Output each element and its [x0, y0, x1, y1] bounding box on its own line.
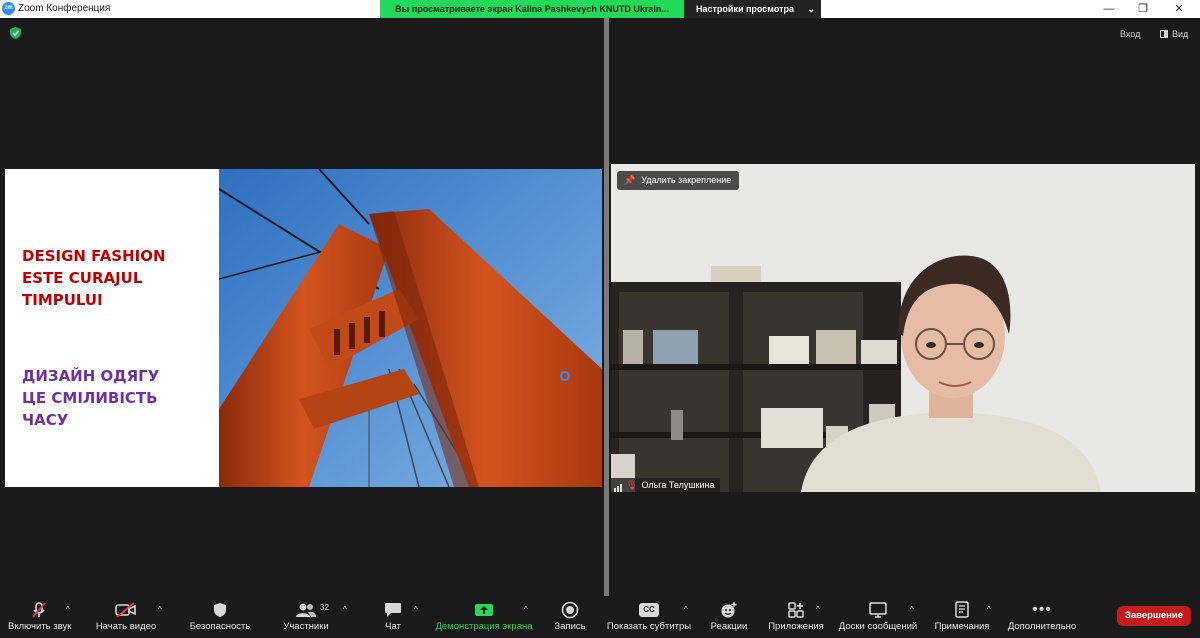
start-video-button[interactable]: Начать видео — [94, 599, 158, 633]
chat-options-chevron-icon[interactable]: ^ — [414, 605, 418, 614]
participants-options-chevron-icon[interactable]: ^ — [343, 605, 347, 614]
view-settings-label: Настройки просмотра — [696, 4, 795, 14]
title-bar: zm Zoom Конференция Вы просматриваете эк… — [0, 0, 1200, 18]
unpin-button[interactable]: 📌 Удалить закрепление — [617, 171, 740, 190]
end-meeting-button[interactable]: Завершение — [1117, 606, 1191, 626]
participants-label: Участники — [283, 621, 329, 632]
video-options-chevron-icon[interactable]: ^ — [158, 605, 162, 614]
view-settings-button[interactable]: Настройки просмотра ⌄ — [684, 0, 821, 18]
exit-fullscreen-button[interactable]: Вход — [1120, 26, 1140, 42]
apps-label: Приложения — [768, 621, 824, 632]
cc-glyph: CC — [639, 602, 659, 617]
whiteboards-options-chevron-icon[interactable]: ^ — [910, 605, 914, 614]
unmute-button[interactable]: Включить звук — [8, 599, 72, 633]
more-dots-icon: ••• — [1032, 601, 1052, 618]
captions-icon: CC — [606, 599, 692, 621]
mic-muted-icon — [8, 599, 70, 621]
audio-options-chevron-icon[interactable]: ^ — [66, 605, 70, 614]
whiteboards-label: Доски сообщений — [838, 621, 918, 632]
share-screen-label: Демонстрация экрана — [435, 621, 533, 632]
shield-icon — [186, 599, 254, 621]
notes-options-chevron-icon[interactable]: ^ — [987, 605, 991, 614]
view-button[interactable]: Вид — [1160, 26, 1188, 42]
share-screen-button[interactable]: Демонстрация экрана — [432, 599, 536, 633]
record-icon — [552, 599, 588, 621]
apps-options-chevron-icon[interactable]: ^ — [816, 605, 820, 614]
captions-options-chevron-icon[interactable]: ^ — [684, 605, 688, 614]
chevron-down-icon: ⌄ — [807, 4, 815, 14]
shared-screen: DESIGN FASHION ESTE CURAJUL TIMPULUI ДИЗ… — [5, 169, 602, 487]
reactions-label: Реакции — [710, 621, 748, 632]
participants-count: 32 — [320, 603, 329, 612]
minimize-button[interactable]: — — [1094, 0, 1124, 18]
window-title: Zoom Конференция — [18, 3, 111, 14]
chat-icon — [380, 599, 406, 621]
meeting-stage: Вход Вид DESIGN FASHION ESTE CURAJUL TIM… — [0, 18, 1200, 596]
notes-icon — [932, 599, 992, 621]
unpin-label: Удалить закрепление — [641, 175, 732, 185]
participant-video-feed — [611, 164, 1195, 492]
close-button[interactable]: ✕ — [1164, 0, 1194, 18]
meeting-toolbar: Включить звук ^ Начать видео ^ Безопасно… — [0, 596, 1200, 638]
bridge-tower-photo — [219, 169, 602, 487]
participant-name: Ольга Телушкина — [641, 480, 715, 490]
security-button[interactable]: Безопасность — [186, 599, 254, 633]
captions-label: Показать субтитры — [606, 621, 692, 632]
share-options-chevron-icon[interactable]: ^ — [524, 605, 528, 614]
pane-divider[interactable] — [604, 18, 609, 596]
view-button-label: Вид — [1172, 29, 1189, 39]
slide-title-en: DESIGN FASHION ESTE CURAJUL TIMPULUI — [22, 247, 166, 309]
whiteboard-icon — [836, 599, 920, 621]
zoom-logo-icon: zm — [2, 2, 15, 15]
more-label: Дополнительно — [1007, 621, 1077, 632]
share-banner: Вы просматриваете экран Kalina Pashkevyc… — [380, 0, 684, 18]
more-button[interactable]: ••• Дополнительно — [1006, 599, 1078, 633]
pin-icon: 📌 — [624, 175, 636, 185]
reactions-button[interactable]: Реакции — [708, 599, 750, 633]
signal-strength-icon — [614, 478, 623, 492]
notes-button[interactable]: Примечания — [932, 599, 992, 633]
captions-button[interactable]: CC Показать субтитры — [606, 599, 692, 633]
reactions-icon — [708, 599, 750, 621]
participant-name-tag: 🎙︎ Ольга Телушкина — [611, 478, 721, 492]
share-screen-icon — [432, 599, 536, 621]
slide-text-panel: DESIGN FASHION ESTE CURAJUL TIMPULUI ДИЗ… — [5, 169, 219, 487]
shield-check-icon[interactable] — [10, 27, 21, 39]
record-button[interactable]: Запись — [552, 599, 588, 633]
restore-button[interactable]: ❐ — [1128, 0, 1158, 18]
chat-label: Чат — [385, 621, 401, 632]
view-icon — [1160, 30, 1168, 38]
whiteboards-button[interactable]: Доски сообщений — [836, 599, 920, 633]
chat-button[interactable]: Чат — [380, 599, 406, 633]
slide-title-ua: ДИЗАЙН ОДЯГУ ЦЕ СМІЛИВІСТЬ ЧАСУ — [22, 367, 160, 429]
mic-muted-icon: 🎙︎ — [626, 480, 638, 490]
unmute-label: Включить звук — [8, 621, 72, 632]
start-video-label: Начать видео — [95, 621, 157, 632]
notes-label: Примечания — [934, 621, 990, 632]
participant-video: 📌 Удалить закрепление 🎙︎ Ольга Телушкина — [611, 164, 1195, 492]
security-label: Безопасность — [189, 621, 251, 632]
camera-off-icon — [94, 599, 158, 621]
record-label: Запись — [554, 621, 586, 632]
